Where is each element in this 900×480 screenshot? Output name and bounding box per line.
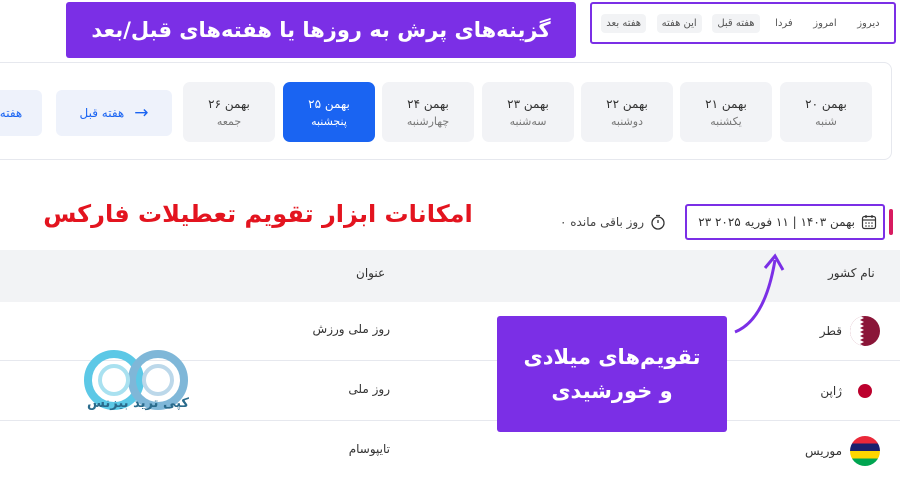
day-weekday: شنبه	[815, 114, 837, 128]
timer-icon	[651, 214, 665, 230]
event-title: روز ملی	[348, 382, 390, 396]
day-weekday: دوشنبه	[611, 114, 643, 128]
previous-week-label: هفته قبل	[79, 106, 125, 120]
copytrade-logo-icon	[84, 350, 188, 410]
country-name: قطر	[819, 324, 842, 338]
table-row-country: موریس	[760, 434, 880, 468]
japan-flag-icon	[851, 377, 879, 405]
day-weekday: چهارشنبه	[406, 114, 450, 128]
day-date: ۲۲ بهمن	[606, 96, 648, 111]
logo-text: کپی ترید بیزنس	[87, 396, 189, 411]
day-date: ۲۶ بهمن	[208, 96, 250, 111]
previous-week-button[interactable]: هفته قبل →	[56, 90, 172, 136]
day-card[interactable]: ۲۲ بهمن دوشنبه	[581, 82, 673, 142]
quick-date-nav: دیروز امروز فردا هفته قبل این هفته هفته …	[590, 2, 896, 44]
country-name: موریس	[804, 444, 842, 458]
day-weekday: جمعه	[216, 114, 242, 128]
day-date: ۲۳ بهمن	[507, 96, 549, 111]
next-week-button[interactable]: هفته	[0, 90, 42, 136]
days-remaining: ۰ روز باقی مانده	[560, 210, 666, 234]
selected-date-display: ۲۳ بهمن ۱۴۰۳ | ۱۱ فوریه ۲۰۲۵	[685, 204, 885, 240]
tomorrow-button[interactable]: فردا	[770, 14, 798, 33]
column-header-country: نام کشور	[828, 266, 875, 280]
qatar-flag-icon	[850, 316, 880, 346]
calendars-callout-line1: تقویم‌های میلادی	[523, 345, 701, 369]
mauritius-flag-icon	[850, 436, 880, 466]
day-date: ۲۱ بهمن	[705, 96, 747, 111]
days-remaining-text: ۰ روز باقی مانده	[560, 215, 645, 229]
calendar-icon	[861, 215, 877, 230]
day-date: ۲۵ بهمن	[308, 96, 350, 111]
day-card[interactable]: ۲۱ بهمن یکشنبه	[680, 82, 772, 142]
event-title: تایپوسام	[348, 442, 390, 456]
pointer-arrow-icon	[734, 253, 785, 334]
calendars-callout: تقویم‌های میلادی و خورشیدی	[497, 316, 727, 432]
day-card[interactable]: ۲۴ بهمن چهارشنبه	[382, 82, 474, 142]
day-card[interactable]: ۲۳ بهمن سه‌شنبه	[482, 82, 574, 142]
calendars-callout-line2: و خورشیدی	[551, 379, 673, 403]
day-card[interactable]: ۲۶ بهمن جمعه	[183, 82, 275, 142]
day-date: ۲۰ بهمن	[805, 96, 847, 111]
arrow-right-icon: →	[134, 103, 149, 123]
day-weekday: پنجشنبه	[311, 114, 347, 128]
previous-week-quick-button[interactable]: هفته قبل	[712, 13, 760, 33]
jump-options-callout: گزینه‌های پرش به روزها یا هفته‌های قبل/ب…	[66, 2, 576, 58]
yesterday-button[interactable]: دیروز	[852, 14, 884, 33]
this-week-button[interactable]: این هفته	[656, 13, 702, 33]
column-header-title: عنوان	[356, 266, 386, 280]
next-week-quick-button[interactable]: هفته بعد	[601, 13, 647, 33]
country-name: ژاپن	[820, 384, 842, 398]
day-weekday: یکشنبه	[710, 114, 742, 128]
event-title: روز ملی ورزش	[312, 322, 390, 336]
next-week-label: هفته	[0, 106, 23, 120]
date-indicator-bar	[889, 209, 893, 235]
day-date: ۲۴ بهمن	[407, 96, 449, 111]
day-card[interactable]: ۲۰ بهمن شنبه	[780, 82, 872, 142]
features-title: امکانات ابزار تقویم تعطیلات فارکس	[43, 200, 473, 228]
table-row-country: ژاپن	[760, 374, 880, 408]
today-button[interactable]: امروز	[808, 14, 841, 33]
selected-date-text: ۲۳ بهمن ۱۴۰۳ | ۱۱ فوریه ۲۰۲۵	[698, 215, 855, 229]
day-weekday: سه‌شنبه	[509, 114, 547, 128]
day-card-selected[interactable]: ۲۵ بهمن پنجشنبه	[283, 82, 375, 142]
